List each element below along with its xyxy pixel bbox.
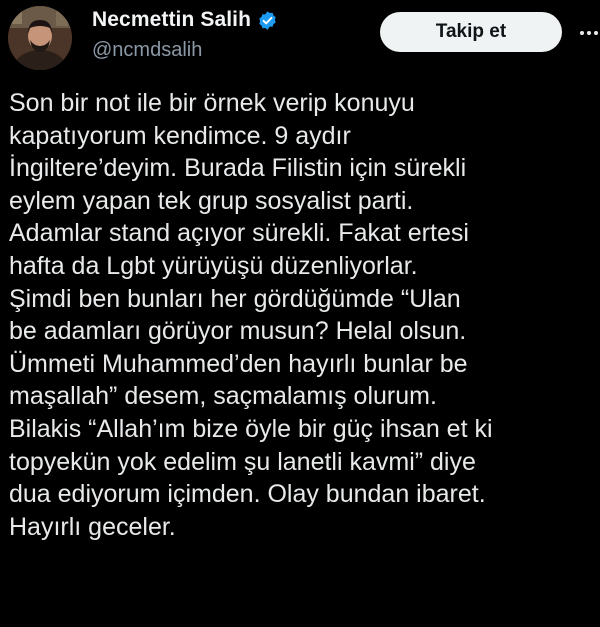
tweet-line: Adamlar stand açıyor sürekli. Fakat erte… [9,219,469,248]
tweet-line: kapatıyorum kendimce. 9 aydır [9,121,351,150]
author-name-row: Necmettin Salih [92,8,278,32]
tweet-line: be adamları görüyor musun? Helal olsun. [9,317,467,346]
author-display-name[interactable]: Necmettin Salih [92,8,251,32]
tweet-line: Hayırlı geceler. [9,512,176,541]
tweet-line: dua ediyorum içimden. Olay bundan ibaret… [9,480,486,509]
avatar[interactable] [8,6,72,70]
follow-button[interactable]: Takip et [380,12,562,52]
verified-badge-icon [257,10,278,31]
tweet-line: Bilakis “Allah’ım bize öyle bir güç ihsa… [9,414,493,443]
more-options-icon[interactable] [578,22,600,44]
tweet-line: maşallah” desem, saçmalamış olurum. [9,382,437,411]
tweet-line: Son bir not ile bir örnek verip konuyu [9,89,415,117]
tweet-text: Son bir not ile bir örnek verip konuyu k… [9,87,595,543]
avatar-photo [8,6,72,70]
tweet-line: topyekün yok edelim şu lanetli kavmi” di… [9,447,476,476]
tweet-line: eylem yapan tek grup sosyalist parti. [9,186,414,215]
tweet-line: İngiltere’deyim. Burada Filistin için sü… [9,154,467,183]
author-handle[interactable]: @ncmdsalih [92,39,202,62]
tweet-card: Necmettin Salih @ncmdsalih Takip et Son … [0,0,600,627]
tweet-line: hafta da Lgbt yürüyüşü düzenliyorlar. [9,251,418,280]
tweet-line: Şimdi ben bunları her gördüğümde “Ulan [9,284,461,313]
tweet-line: Ümmeti Muhammed’den hayırlı bunlar be [9,349,468,378]
